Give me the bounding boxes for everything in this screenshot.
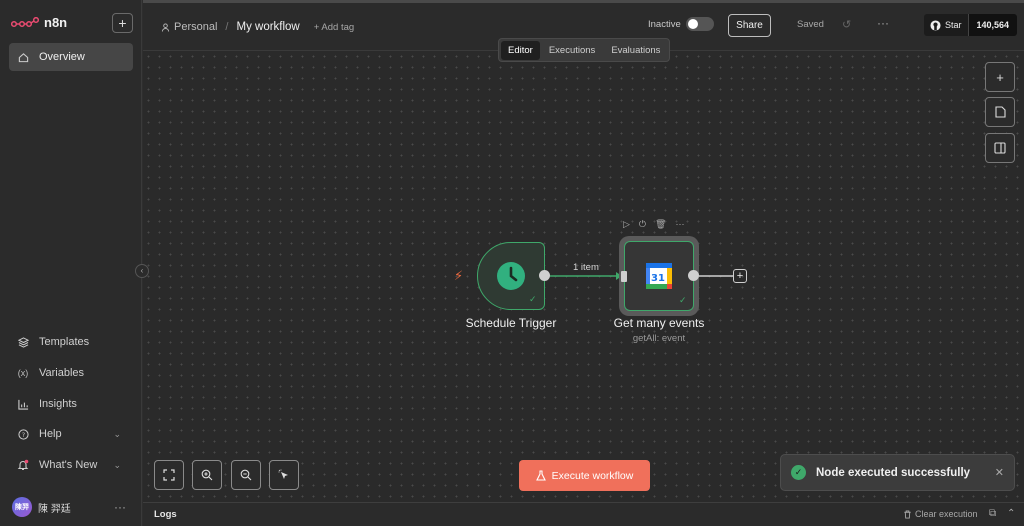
trash-icon[interactable]: 🗑 xyxy=(655,219,666,230)
zoom-in-icon xyxy=(201,469,213,481)
node-get-many-events[interactable]: 31 ✓ xyxy=(624,241,694,311)
tab-evaluations[interactable]: Evaluations xyxy=(604,41,667,60)
logs-panel[interactable]: Logs Clear execution ⧉ ⌃ xyxy=(143,502,1024,526)
clock-icon xyxy=(497,262,525,290)
google-calendar-icon: 31 xyxy=(646,263,672,289)
trigger-bolt-icon: ⚡ xyxy=(454,268,464,283)
output-handle[interactable] xyxy=(688,270,699,281)
node-schedule-trigger[interactable]: ✓ xyxy=(477,242,545,310)
clear-execution-button[interactable]: Clear execution xyxy=(903,509,978,519)
output-handle[interactable] xyxy=(539,270,550,281)
zoom-in-button[interactable] xyxy=(192,460,222,490)
tidy-up-button[interactable] xyxy=(269,460,299,490)
zoom-out-icon xyxy=(240,469,252,481)
power-icon[interactable]: ⏻ xyxy=(639,219,646,230)
popout-icon[interactable]: ⧉ xyxy=(989,508,996,519)
fit-view-button[interactable] xyxy=(154,460,184,490)
node-toolbar: ▷ ⏻ 🗑 ··· xyxy=(623,219,684,230)
node-label: Get many events xyxy=(613,316,705,330)
execute-workflow-label: Execute workflow xyxy=(551,469,634,482)
success-check-icon: ✓ xyxy=(679,295,687,305)
close-icon[interactable]: ✕ xyxy=(995,466,1004,479)
success-check-icon: ✓ xyxy=(529,294,537,304)
node-subtitle: getAll: event xyxy=(632,333,686,344)
execute-workflow-button[interactable]: Execute workflow xyxy=(519,460,650,491)
logs-title: Logs xyxy=(154,509,177,520)
tab-executions[interactable]: Executions xyxy=(542,41,602,60)
connection-label: 1 item xyxy=(573,262,599,273)
node-label: Schedule Trigger xyxy=(465,316,557,330)
chevron-up-icon[interactable]: ⌃ xyxy=(1007,508,1015,519)
clear-execution-label: Clear execution xyxy=(915,509,978,519)
collapse-sidebar-button[interactable]: ‹ xyxy=(135,264,149,278)
success-check-icon: ✓ xyxy=(791,465,806,480)
flask-icon xyxy=(535,470,546,481)
input-handle[interactable] xyxy=(621,271,627,282)
view-tabs: Editor Executions Evaluations xyxy=(498,38,670,62)
calendar-day: 31 xyxy=(651,273,665,284)
trash-icon xyxy=(904,509,911,519)
play-icon[interactable]: ▷ xyxy=(623,219,630,230)
more-icon[interactable]: ··· xyxy=(675,219,684,230)
zoom-out-button[interactable] xyxy=(231,460,261,490)
tab-editor[interactable]: Editor xyxy=(501,40,540,60)
toast-message: Node executed successfully xyxy=(816,466,971,479)
cursor-sparkle-icon xyxy=(278,469,288,479)
add-next-node-button[interactable]: + xyxy=(733,269,747,283)
fullscreen-icon xyxy=(163,469,175,481)
success-toast: ✓ Node executed successfully ✕ xyxy=(780,454,1015,491)
